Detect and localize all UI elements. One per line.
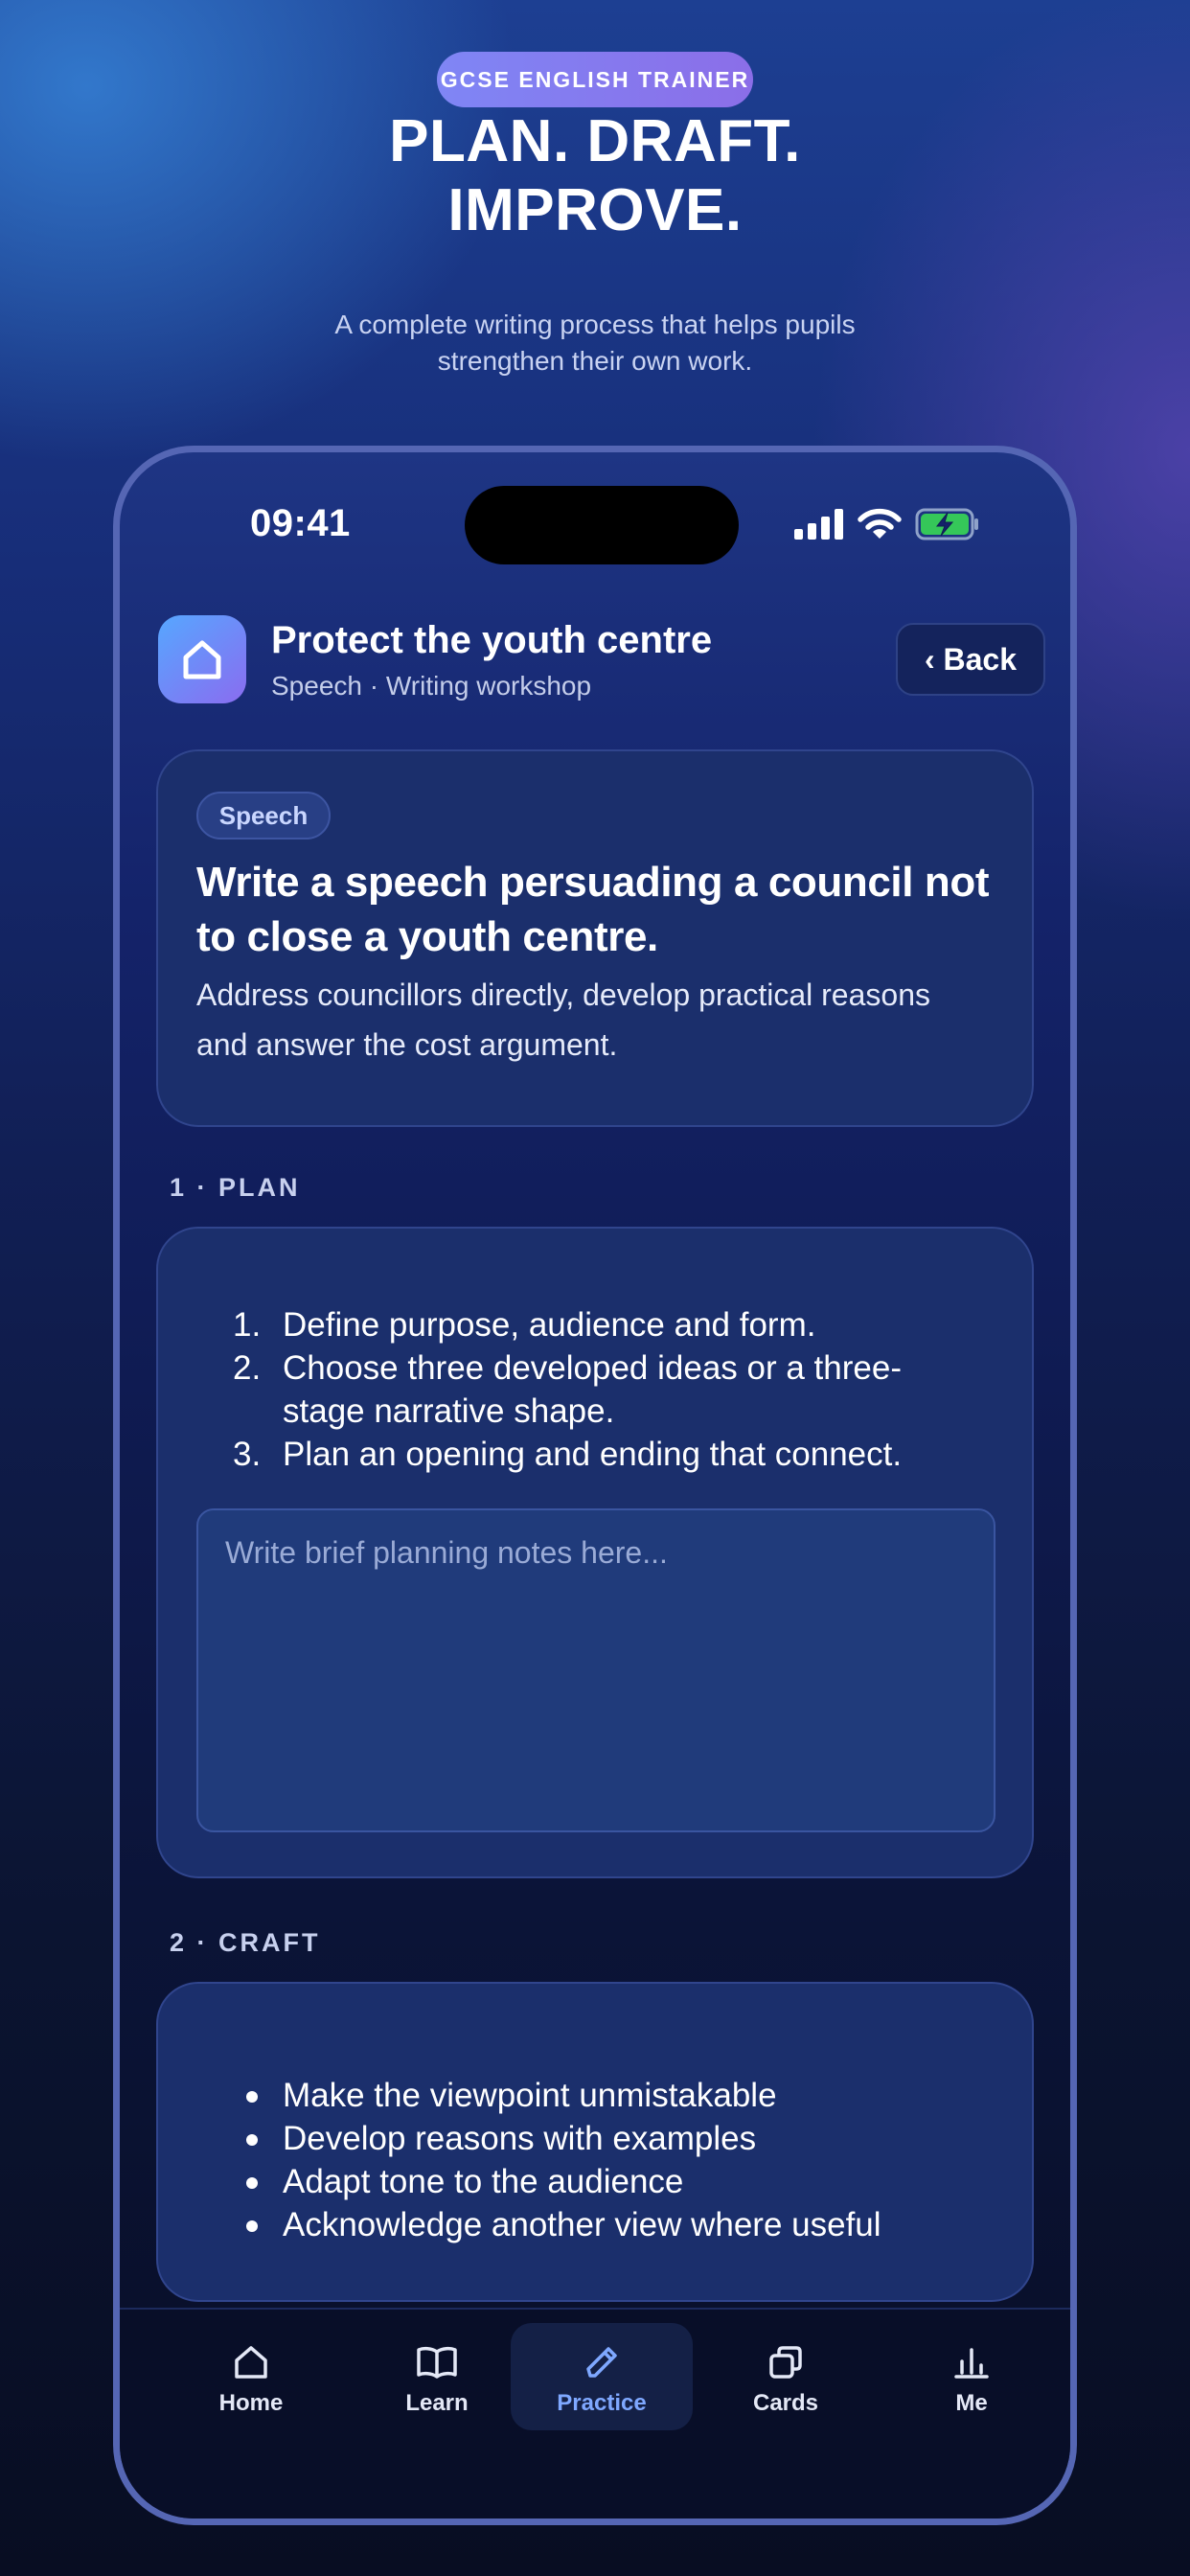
list-item: Adapt tone to the audience (246, 2160, 1011, 2203)
screen-title: Protect the youth centre (271, 619, 713, 661)
bar-chart-icon (954, 2348, 989, 2379)
status-time: 09:41 (250, 502, 351, 544)
step-text: Choose three developed ideas or a three- (283, 1349, 902, 1387)
planning-notes-input[interactable] (196, 1508, 995, 1832)
list-item: Develop reasons with examples (246, 2117, 1011, 2160)
list-item: Make the viewpoint unmistakable (246, 2074, 1011, 2117)
hero-badge: GCSE ENGLISH TRAINER (437, 52, 753, 107)
tab-label: Me (955, 2390, 988, 2416)
hero-subtitle-line: A complete writing process that helps pu… (334, 310, 856, 339)
plan-section-label: 1 · PLAN (170, 1173, 301, 1202)
tab-label: Home (218, 2390, 284, 2416)
step-text: stage narrative shape. (283, 1392, 615, 1430)
tab-learn[interactable]: Learn (346, 2323, 528, 2430)
tab-label: Learn (405, 2390, 469, 2416)
phone-frame: 09:41 Protect the youth centre Speech · … (113, 446, 1077, 2525)
plan-card: 1. Define purpose, audience and form. 2.… (156, 1227, 1034, 1878)
status-bar: 09:41 (120, 452, 1070, 567)
tab-cards[interactable]: Cards (695, 2323, 877, 2430)
cellular-signal-icon (794, 509, 843, 540)
type-tag: Speech (196, 792, 331, 840)
status-icons (794, 505, 980, 543)
prompt-title: Write a speech persuading a council not … (196, 855, 1001, 964)
screen-header: Protect the youth centre Speech · Writin… (158, 615, 1045, 707)
hero-title-line: PLAN. DRAFT. (389, 108, 801, 174)
tab-label: Practice (557, 2390, 647, 2416)
prompt-title-line: to close a youth centre. (196, 913, 658, 960)
book-icon (417, 2346, 457, 2379)
step-number: 1. (233, 1306, 262, 1344)
home-icon (235, 2346, 267, 2379)
pencil-icon (586, 2347, 617, 2378)
tab-bar: Home Learn Practice Cards Me (120, 2308, 1070, 2518)
list-item: 2. Choose three developed ideas or a thr… (233, 1346, 1011, 1433)
list-item: 3. Plan an opening and ending that conne… (233, 1433, 1011, 1476)
craft-section-label: 2 · CRAFT (170, 1928, 321, 1957)
list-item: 1. Define purpose, audience and form. (233, 1303, 1011, 1346)
craft-points-list: Make the viewpoint unmistakable Develop … (246, 2074, 1011, 2246)
plan-steps-list: 1. Define purpose, audience and form. 2.… (233, 1303, 1011, 1476)
prompt-title-line: Write a speech persuading a council not (196, 859, 990, 906)
home-icon (158, 615, 246, 703)
back-button[interactable]: ‹ Back (896, 623, 1045, 696)
step-text: Define purpose, audience and form. (283, 1306, 816, 1344)
list-item: Acknowledge another view where useful (246, 2203, 1011, 2246)
prompt-card: Speech Write a speech persuading a counc… (156, 749, 1034, 1127)
battery-charging-icon (915, 508, 978, 540)
step-number: 3. (233, 1436, 262, 1473)
prompt-description: Address councillors directly, develop pr… (196, 970, 1011, 1070)
screen-subtitle: Speech · Writing workshop (271, 671, 592, 701)
step-text: Plan an opening and ending that connect. (283, 1436, 903, 1473)
step-number: 2. (233, 1349, 262, 1387)
hero-title-line: IMPROVE. (447, 177, 743, 243)
prompt-description-line: and answer the cost argument. (196, 1027, 618, 1062)
wifi-icon (858, 508, 902, 539)
tab-home[interactable]: Home (160, 2323, 342, 2430)
prompt-description-line: Address councillors directly, develop pr… (196, 978, 930, 1012)
hero-title: PLAN. DRAFT. IMPROVE. (0, 107, 1190, 245)
tab-label: Cards (752, 2390, 819, 2416)
tab-practice[interactable]: Practice (511, 2323, 693, 2430)
hero-subtitle: A complete writing process that helps pu… (308, 307, 882, 380)
tab-me[interactable]: Me (881, 2323, 1063, 2430)
cards-icon (769, 2346, 802, 2379)
dynamic-island (465, 486, 739, 564)
craft-card: Make the viewpoint unmistakable Develop … (156, 1982, 1034, 2302)
hero-subtitle-line: strengthen their own work. (437, 346, 753, 376)
